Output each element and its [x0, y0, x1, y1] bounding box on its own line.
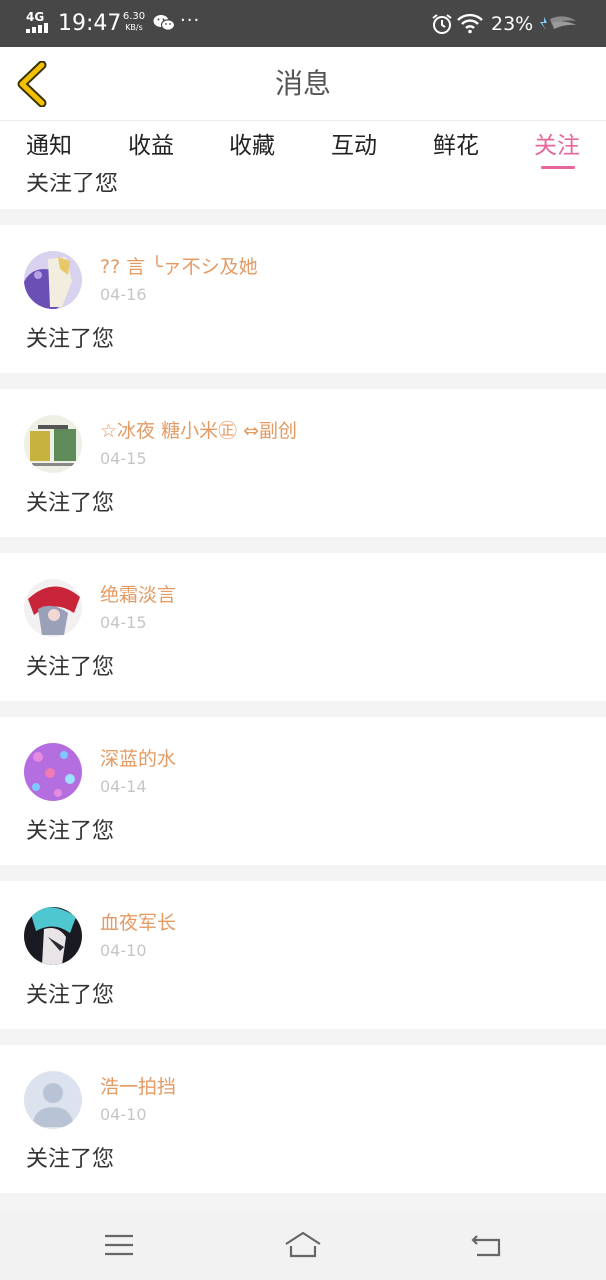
list-item[interactable]: 关注了您 — [0, 173, 606, 209]
notification-date: 04-15 — [100, 613, 147, 632]
notification-action: 关注了您 — [26, 1147, 115, 1172]
tab-follows[interactable]: 关注 — [517, 131, 597, 171]
notification-date: 04-15 — [100, 449, 147, 468]
status-bar: 4G 19:47 6.30 KB/s ··· 23% — [0, 0, 606, 47]
tab-earnings[interactable]: 收益 — [111, 131, 191, 171]
username-link[interactable]: 浩一拍挡 — [100, 1075, 176, 1099]
tab-notifications[interactable]: 通知 — [9, 131, 89, 171]
notification-action: 关注了您 — [26, 983, 115, 1008]
notification-date: 04-10 — [100, 941, 147, 960]
list-item[interactable]: 血夜军长 04-10 关注了您 — [0, 881, 606, 1029]
username-link[interactable]: 绝霜淡言 — [100, 583, 176, 607]
anime-avatar-icon[interactable] — [24, 415, 82, 473]
battery-percent: 23% — [491, 13, 534, 35]
list-item[interactable]: 深蓝的水 04-14 关注了您 — [0, 717, 606, 865]
pattern-avatar-icon[interactable] — [24, 743, 82, 801]
app-header: 消息 — [0, 47, 606, 121]
network-speed: 6.30 KB/s — [120, 12, 148, 33]
more-notifications-icon: ··· — [180, 10, 201, 31]
network-type: 4G — [26, 10, 45, 24]
list-item[interactable]: 绝霜淡言 04-15 关注了您 — [0, 553, 606, 701]
menu-icon[interactable] — [99, 1230, 139, 1260]
list-item[interactable]: ?? 言 ╰ァ不シ及她 04-16 关注了您 — [0, 225, 606, 373]
wifi-icon — [457, 13, 483, 34]
signal-icon — [26, 23, 50, 33]
anime-avatar-icon[interactable] — [24, 907, 82, 965]
home-icon[interactable] — [283, 1230, 323, 1260]
notification-date: 04-14 — [100, 777, 147, 796]
notification-action: 关注了您 — [26, 173, 118, 196]
charging-icon — [540, 16, 576, 30]
notification-action: 关注了您 — [26, 819, 115, 844]
notification-date: 04-10 — [100, 1105, 147, 1124]
network-speed-value: 6.30 — [122, 11, 146, 22]
default-avatar-icon[interactable] — [24, 1071, 82, 1129]
tab-favorites[interactable]: 收藏 — [212, 131, 292, 171]
wechat-icon — [153, 15, 175, 31]
network-speed-unit: KB/s — [125, 23, 143, 32]
list-item[interactable]: 浩一拍挡 04-10 关注了您 — [0, 1045, 606, 1193]
active-tab-indicator — [541, 166, 575, 169]
notification-action: 关注了您 — [26, 327, 115, 352]
notification-action: 关注了您 — [26, 491, 115, 516]
notification-date: 04-16 — [100, 285, 147, 304]
page-title: 消息 — [274, 67, 331, 100]
tab-bar: 通知 收益 收藏 互动 鲜花 关注 — [0, 121, 606, 173]
username-link[interactable]: ☆冰夜 糖小米㊣ ⇔副创 — [100, 419, 297, 443]
system-nav-bar — [0, 1210, 606, 1280]
tab-flowers[interactable]: 鲜花 — [416, 131, 496, 171]
back-nav-icon[interactable] — [467, 1230, 507, 1260]
clock: 19:47 — [58, 11, 122, 36]
username-link[interactable]: ?? 言 ╰ァ不シ及她 — [100, 255, 258, 279]
username-link[interactable]: 深蓝的水 — [100, 747, 176, 771]
alarm-icon — [432, 14, 452, 34]
tab-interactions[interactable]: 互动 — [314, 131, 394, 171]
anime-avatar-icon[interactable] — [24, 579, 82, 637]
list-item[interactable]: ☆冰夜 糖小米㊣ ⇔副创 04-15 关注了您 — [0, 389, 606, 537]
anime-avatar-icon[interactable] — [24, 251, 82, 309]
notification-action: 关注了您 — [26, 655, 115, 680]
username-link[interactable]: 血夜军长 — [100, 911, 176, 935]
